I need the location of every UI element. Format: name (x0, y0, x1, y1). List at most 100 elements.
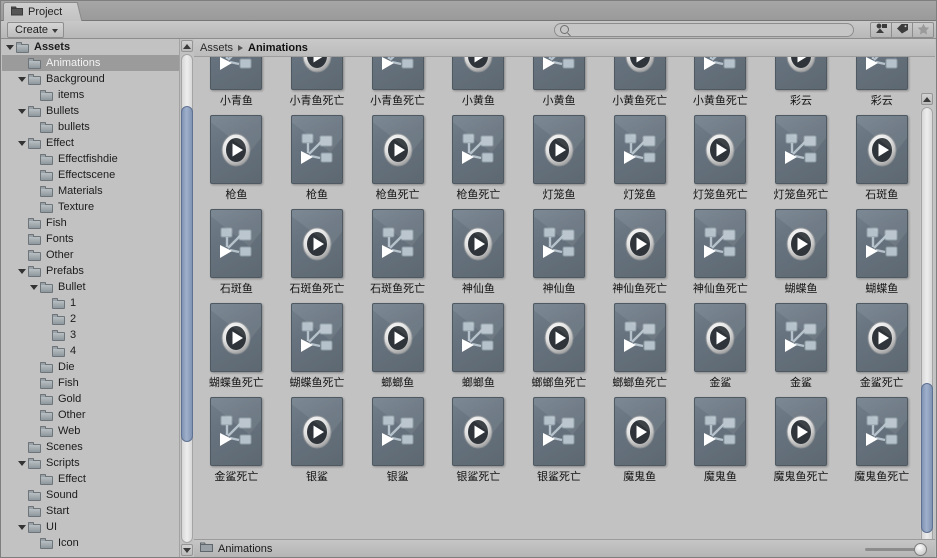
sidebar-item-scripts[interactable]: Scripts (2, 455, 179, 471)
asset-item[interactable]: 魔鬼鱼死亡 (763, 395, 840, 489)
tree-scroll-thumb[interactable] (181, 106, 193, 442)
animator-controller-icon[interactable] (775, 115, 828, 184)
tab-project[interactable]: Project (3, 2, 76, 21)
animator-controller-icon[interactable] (533, 397, 586, 466)
animator-controller-icon[interactable] (613, 303, 666, 372)
sidebar-item-materials[interactable]: Materials (2, 183, 179, 199)
animator-controller-icon[interactable] (210, 57, 263, 90)
twisty-expanded-icon[interactable] (18, 140, 26, 146)
asset-item[interactable]: 石斑鱼 (843, 113, 920, 207)
asset-item[interactable]: 灯笼鱼死亡 (682, 113, 759, 207)
animation-clip-icon[interactable] (452, 397, 505, 466)
animator-controller-icon[interactable] (452, 115, 505, 184)
animation-clip-icon[interactable] (694, 115, 747, 184)
asset-grid[interactable]: 小白鱼小白鱼小白鱼死亡小白鱼死亡小青鱼小青鱼小青鱼死亡小青鱼死亡彩云小青鱼小青鱼… (194, 57, 920, 539)
sidebar-item-bullets[interactable]: bullets (2, 119, 179, 135)
thumbnail-size-slider[interactable] (865, 543, 927, 556)
animation-clip-icon[interactable] (371, 115, 424, 184)
asset-item[interactable]: 金鲨 (682, 301, 759, 395)
sidebar-item-other[interactable]: Other (2, 247, 179, 263)
filter-by-label-button[interactable] (891, 22, 913, 38)
sidebar-item-texture[interactable]: Texture (2, 199, 179, 215)
asset-item[interactable]: 蝴蝶鱼死亡 (279, 301, 356, 395)
animation-clip-icon[interactable] (452, 209, 505, 278)
animation-clip-icon[interactable] (613, 397, 666, 466)
asset-item[interactable]: 枪鱼死亡 (440, 113, 517, 207)
animation-clip-icon[interactable] (371, 303, 424, 372)
sidebar-item-fonts[interactable]: Fonts (2, 231, 179, 247)
sidebar-item-fish[interactable]: Fish (2, 215, 179, 231)
animation-clip-icon[interactable] (291, 209, 343, 278)
twisty-expanded-icon[interactable] (18, 524, 26, 530)
animation-clip-icon[interactable] (613, 209, 666, 278)
asset-item[interactable]: 神仙鱼死亡 (682, 207, 759, 301)
asset-item[interactable]: 银鲨死亡 (440, 395, 517, 489)
tree-scroll-up-button[interactable] (181, 40, 193, 52)
sidebar-item-start[interactable]: Start (2, 503, 179, 519)
asset-item[interactable]: 蝴蝶鱼 (843, 207, 920, 301)
asset-item[interactable]: 银鲨死亡 (521, 395, 598, 489)
favorites-button[interactable] (912, 22, 934, 38)
animation-clip-icon[interactable] (775, 209, 828, 278)
animator-controller-icon[interactable] (291, 115, 343, 184)
asset-item[interactable]: 银鲨 (279, 395, 356, 489)
animator-controller-icon[interactable] (210, 209, 263, 278)
animation-clip-icon[interactable] (533, 115, 586, 184)
sidebar-item-items[interactable]: items (2, 87, 179, 103)
asset-item[interactable]: 小青鱼 (198, 57, 275, 113)
animation-clip-icon[interactable] (210, 115, 263, 184)
sidebar-item-other[interactable]: Other (2, 407, 179, 423)
asset-item[interactable]: 神仙鱼死亡 (601, 207, 678, 301)
asset-item[interactable]: 小青鱼死亡 (279, 57, 356, 113)
asset-item[interactable]: 灯笼鱼死亡 (763, 113, 840, 207)
animator-controller-icon[interactable] (855, 209, 908, 278)
animator-controller-icon[interactable] (371, 397, 424, 466)
grid-scroll-up-button[interactable] (921, 93, 933, 105)
twisty-expanded-icon[interactable] (18, 76, 26, 82)
asset-item[interactable]: 金鲨死亡 (198, 395, 275, 489)
sidebar-item-ui[interactable]: UI (2, 519, 179, 535)
sidebar-item-gold[interactable]: Gold (2, 391, 179, 407)
tree-scroll-down-button[interactable] (181, 544, 193, 556)
sidebar-item-scenes[interactable]: Scenes (2, 439, 179, 455)
animator-controller-icon[interactable] (533, 209, 586, 278)
asset-item[interactable]: 金鲨 (763, 301, 840, 395)
sidebar-item-assets[interactable]: Assets (2, 39, 179, 55)
twisty-expanded-icon[interactable] (6, 44, 14, 50)
sidebar-item-sound[interactable]: Sound (2, 487, 179, 503)
sidebar-item-4[interactable]: 4 (2, 343, 179, 359)
animation-clip-icon[interactable] (775, 57, 828, 90)
animator-controller-icon[interactable] (452, 303, 505, 372)
twisty-expanded-icon[interactable] (18, 460, 26, 466)
asset-item[interactable]: 彩云 (763, 57, 840, 113)
animation-clip-icon[interactable] (452, 57, 505, 90)
sidebar-item-die[interactable]: Die (2, 359, 179, 375)
folder-tree-pane[interactable]: Assets Animations Background items Bullets bu… (2, 39, 179, 557)
sidebar-item-fish[interactable]: Fish (2, 375, 179, 391)
asset-item[interactable]: 枪鱼 (198, 113, 275, 207)
filter-by-type-button[interactable] (870, 22, 892, 38)
animation-clip-icon[interactable] (533, 303, 586, 372)
sidebar-item-animations[interactable]: Animations (2, 55, 179, 71)
sidebar-item-prefabs[interactable]: Prefabs (2, 263, 179, 279)
animator-controller-icon[interactable] (694, 397, 747, 466)
asset-item[interactable]: 螂螂鱼 (359, 301, 436, 395)
sidebar-item-3[interactable]: 3 (2, 327, 179, 343)
animator-controller-icon[interactable] (613, 115, 666, 184)
sidebar-item-effectscene[interactable]: Effectscene (2, 167, 179, 183)
asset-item[interactable]: 魔鬼鱼 (682, 395, 759, 489)
asset-item[interactable]: 灯笼鱼 (521, 113, 598, 207)
breadcrumb-assets[interactable]: Assets (200, 42, 233, 54)
asset-item[interactable]: 蝴蝶鱼死亡 (198, 301, 275, 395)
asset-item[interactable]: 螂螂鱼死亡 (521, 301, 598, 395)
asset-item[interactable]: 小黄鱼死亡 (682, 57, 759, 113)
asset-item[interactable]: 彩云 (843, 57, 920, 113)
animation-clip-icon[interactable] (291, 397, 343, 466)
asset-item[interactable]: 石斑鱼 (198, 207, 275, 301)
sidebar-item-bullet[interactable]: Bullet (2, 279, 179, 295)
animator-controller-icon[interactable] (775, 303, 828, 372)
sidebar-item-effect[interactable]: Effect (2, 135, 179, 151)
sidebar-item-effect[interactable]: Effect (2, 471, 179, 487)
animator-controller-icon[interactable] (371, 209, 424, 278)
asset-item[interactable]: 灯笼鱼 (601, 113, 678, 207)
